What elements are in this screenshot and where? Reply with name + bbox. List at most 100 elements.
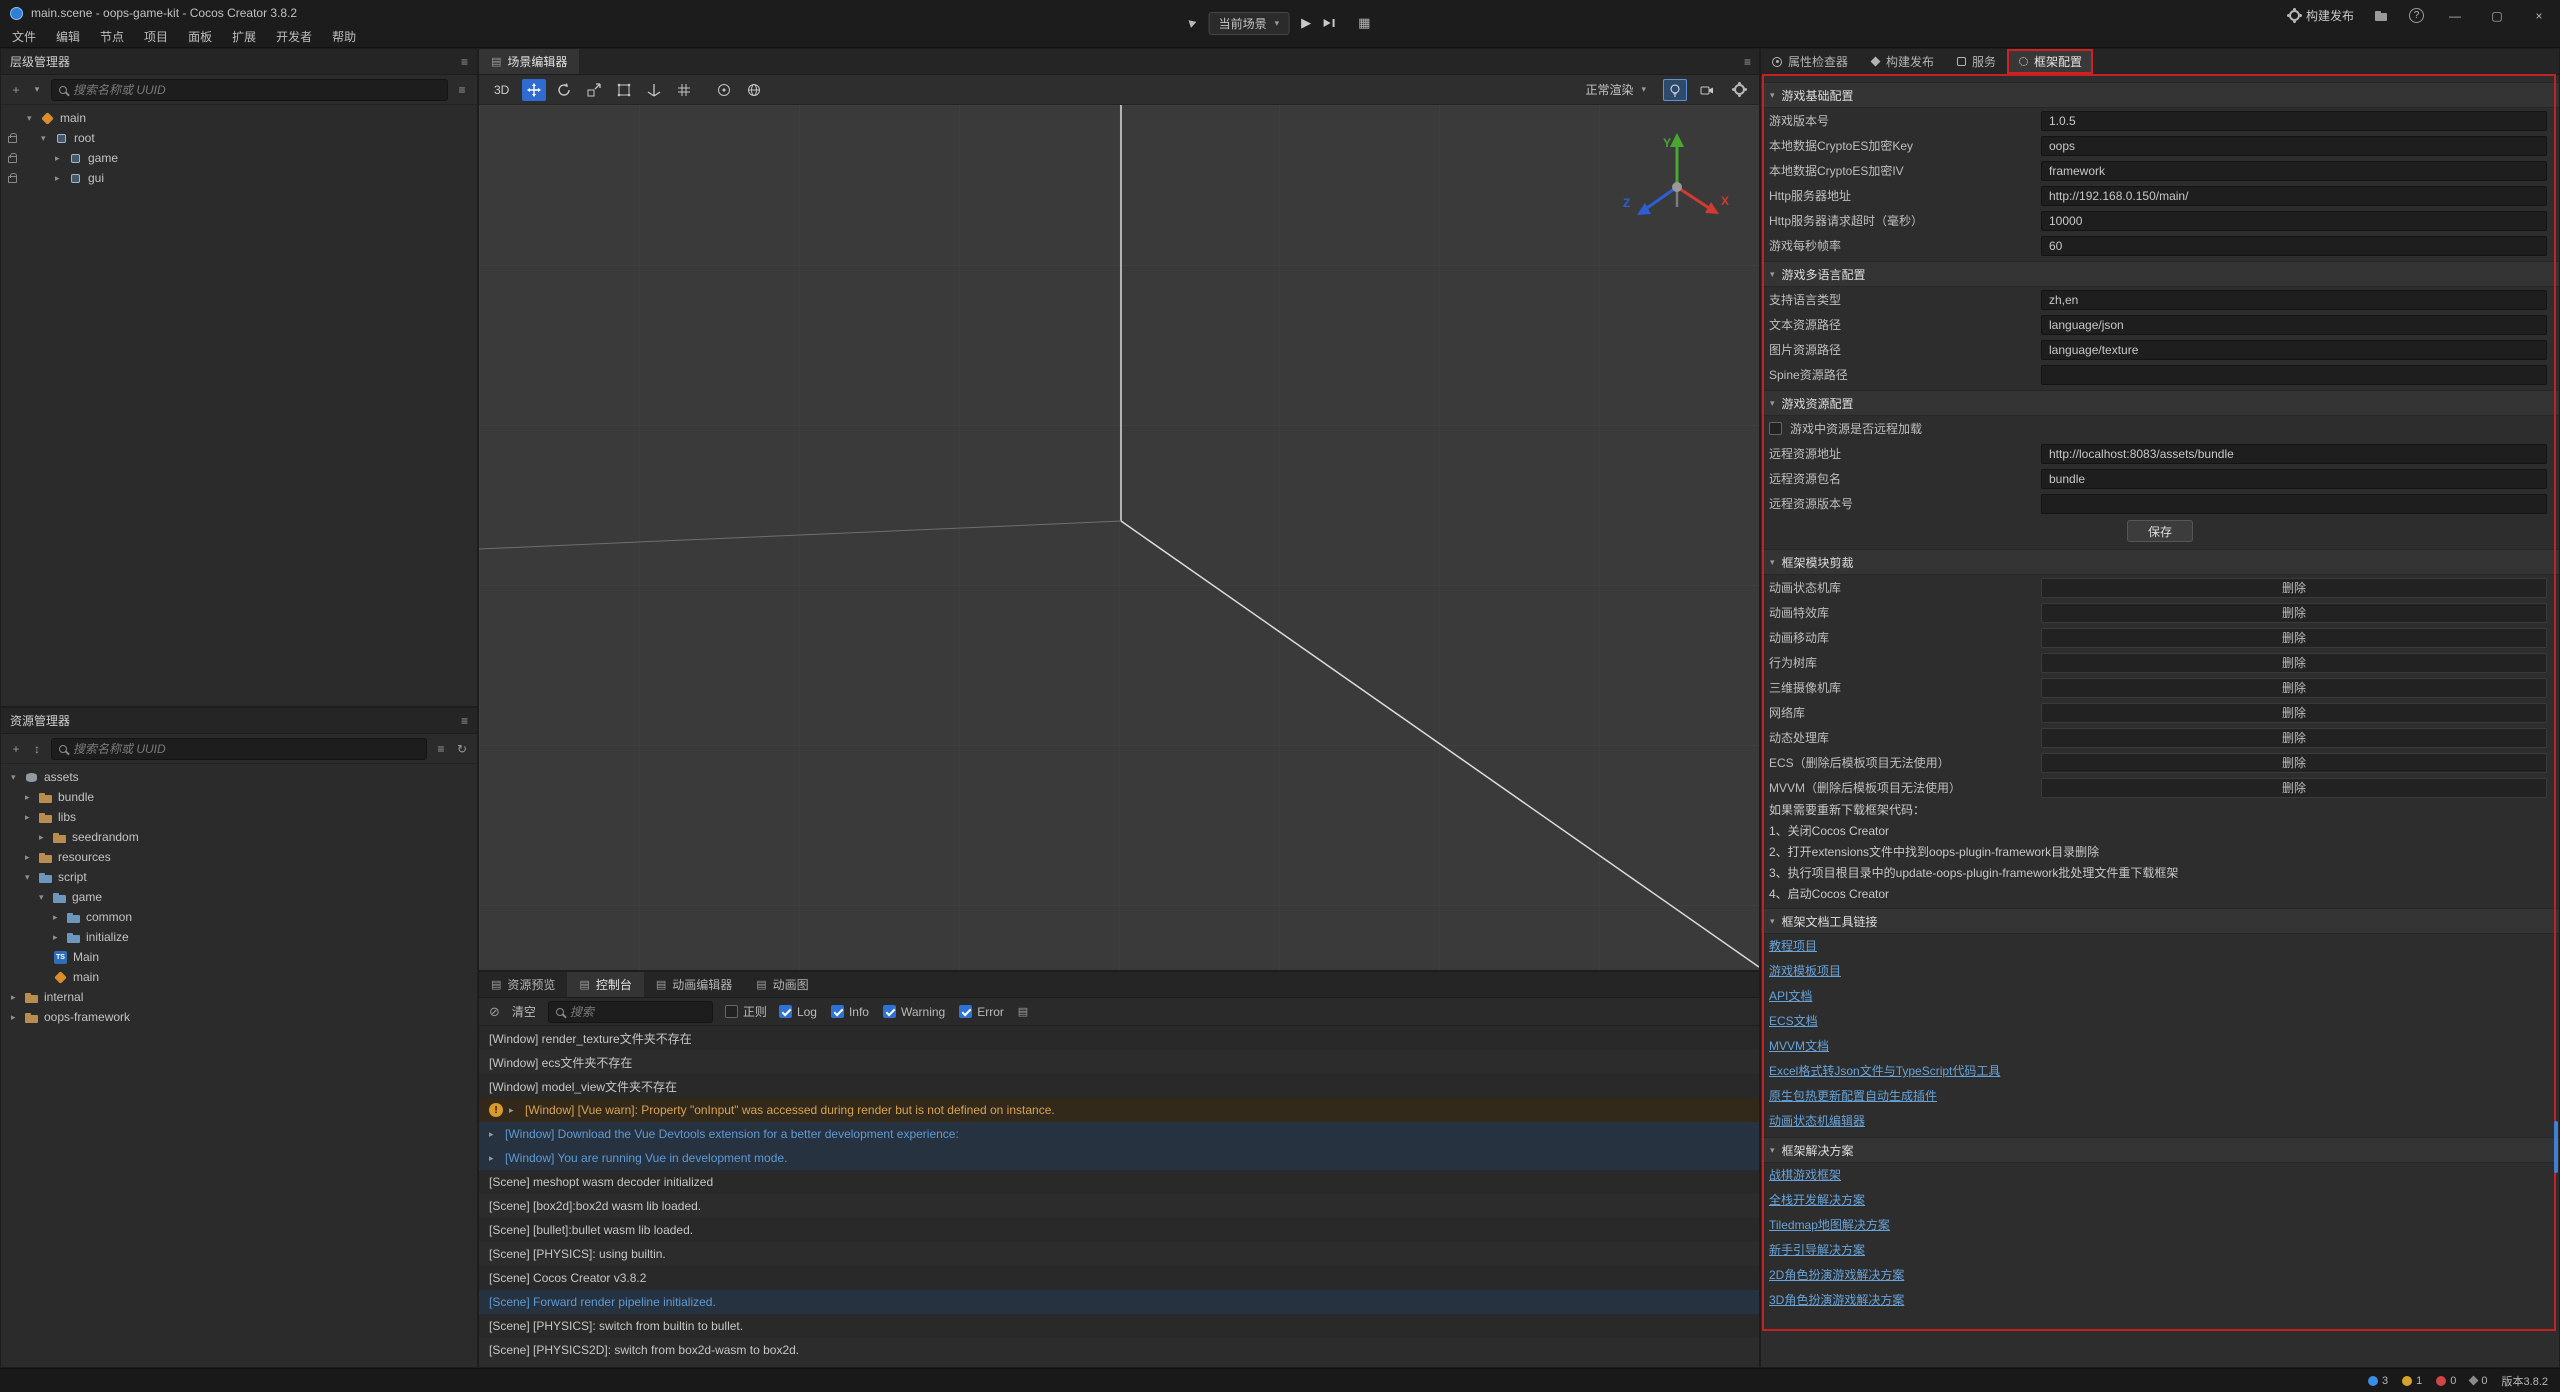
console-tab[interactable]: ▤ 资源预览 [479,972,567,997]
filter-checkbox[interactable] [779,1005,792,1018]
coordinate-toggle-icon[interactable] [742,79,766,101]
pivot-toggle-icon[interactable] [712,79,736,101]
delete-module-button[interactable]: 删除 [2041,628,2547,648]
console-log-row[interactable]: ! ▸ [Window] Download the Vue Devtools e… [479,1122,1759,1146]
expand-caret-icon[interactable]: ▸ [509,1105,525,1116]
step-button[interactable] [1323,17,1336,29]
doc-link[interactable]: 游戏模板项目 [1769,959,1841,984]
tree-caret-icon[interactable]: ▾ [25,872,38,883]
property-input[interactable] [2041,186,2547,206]
console-log-row[interactable]: ! ▸ [Window] You are running Vue in deve… [479,1146,1759,1170]
console-log-row[interactable]: ! [Scene] meshopt wasm decoder initializ… [479,1170,1759,1194]
solution-link[interactable]: 3D角色扮演游戏解决方案 [1769,1288,1904,1313]
section-header-docs[interactable]: ▾ 框架文档工具链接 [1761,908,2559,934]
section-header-solutions[interactable]: ▾ 框架解决方案 [1761,1137,2559,1163]
hierarchy-search-input[interactable] [73,83,440,97]
asset-node-row[interactable]: main [1,967,477,987]
inspector-tab[interactable]: 属性检查器 [1761,49,1859,74]
doc-link[interactable]: 教程项目 [1769,934,1817,959]
regex-checkbox[interactable] [725,1005,738,1018]
filter-checkbox[interactable] [831,1005,844,1018]
viewport-settings-gear-icon[interactable] [1727,79,1751,101]
solution-link[interactable]: Tiledmap地图解决方案 [1769,1213,1890,1238]
property-input[interactable] [2041,136,2547,156]
scale-tool-icon[interactable] [582,79,606,101]
filter-checkbox[interactable] [959,1005,972,1018]
transform-gizmo-icon[interactable] [642,79,666,101]
lock-icon[interactable] [8,136,17,143]
property-input[interactable] [2041,444,2547,464]
solution-link[interactable]: 全栈开发解决方案 [1769,1188,1865,1213]
log-filter[interactable]: Warning [883,1005,945,1019]
delete-module-button[interactable]: 删除 [2041,603,2547,623]
tree-caret-icon[interactable]: ▸ [53,932,66,943]
property-input[interactable] [2041,161,2547,181]
section-header-resource[interactable]: ▾ 游戏资源配置 [1761,390,2559,416]
doc-link[interactable]: MVVM文档 [1769,1034,1829,1059]
rotate-tool-icon[interactable] [552,79,576,101]
scene-editor-tab[interactable]: ▤ 场景编辑器 [479,49,579,74]
rect-tool-icon[interactable] [612,79,636,101]
inspector-tab[interactable]: 服务 [1945,49,2007,74]
asset-node-row[interactable]: ▸ bundle [1,787,477,807]
open-log-file-icon[interactable]: ▤ [1016,1005,1030,1018]
asset-node-row[interactable]: ▸ initialize [1,927,477,947]
delete-module-button[interactable]: 删除 [2041,778,2547,798]
warning-count-chip[interactable]: 1 [2402,1375,2422,1387]
asset-node-row[interactable]: ▸ common [1,907,477,927]
hierarchy-node-row[interactable]: ▾ main [1,108,477,128]
doc-link[interactable]: ECS文档 [1769,1009,1818,1034]
menu-item[interactable]: 编辑 [46,26,90,48]
asset-node-row[interactable]: ▾ script [1,867,477,887]
regex-toggle[interactable]: 正则 [725,1003,767,1020]
expand-caret-icon[interactable]: ▸ [489,1129,505,1140]
section-header-language[interactable]: ▾ 游戏多语言配置 [1761,261,2559,287]
menu-item[interactable]: 面板 [178,26,222,48]
console-log-row[interactable]: ! ▸ [Window] [Vue warn]: Property "onInp… [479,1098,1759,1122]
scene-viewport[interactable]: Y X Z [479,105,1759,970]
preview-device-icon[interactable] [1189,18,1198,28]
console-log-row[interactable]: ! [Scene] [PHYSICS2D]: switch from box2d… [479,1338,1759,1362]
console-log-row[interactable]: ! [Scene] Cocos Creator v3.8.2 [479,1266,1759,1290]
property-input[interactable] [2041,111,2547,131]
property-input[interactable] [2041,290,2547,310]
doc-link[interactable]: Excel格式转Json文件与TypeScript代码工具 [1769,1059,2000,1084]
filter-checkbox[interactable] [883,1005,896,1018]
clear-console-label[interactable]: 清空 [512,1003,536,1020]
menu-item[interactable]: 项目 [134,26,178,48]
tree-caret-icon[interactable]: ▸ [25,812,38,823]
property-input[interactable] [2041,469,2547,489]
scrollbar-thumb[interactable] [2554,1121,2558,1173]
filter-icon[interactable]: ≡ [434,742,448,756]
tree-caret-icon[interactable]: ▸ [53,912,66,923]
panel-menu-icon[interactable]: ≡ [461,55,468,69]
tree-caret-icon[interactable]: ▸ [25,792,38,803]
console-tab[interactable]: ▤ 控制台 [567,972,643,997]
asset-node-row[interactable]: ▾ assets [1,767,477,787]
render-mode-select[interactable]: 正常渲染 ▾ [1576,78,1655,101]
maximize-button[interactable]: ▢ [2486,9,2508,23]
chevron-down-icon[interactable]: ▾ [30,84,44,95]
view-gizmo[interactable]: Y X Z [1615,123,1735,243]
layout-grid-icon[interactable]: ▦ [1358,15,1370,31]
camera-settings-icon[interactable] [1695,79,1719,101]
help-icon[interactable]: ? [2409,8,2424,23]
scene-select[interactable]: 当前场景 ▾ [1209,12,1290,35]
lock-icon[interactable] [8,156,17,163]
console-log-row[interactable]: ! [Scene] [PHYSICS]: switch from builtin… [479,1314,1759,1338]
property-input[interactable] [2041,211,2547,231]
asset-node-row[interactable]: ▸ oops-framework [1,1007,477,1027]
asset-node-row[interactable]: ▸ seedrandom [1,827,477,847]
move-tool-icon[interactable] [522,79,546,101]
error-count-chip[interactable]: 0 [2436,1375,2456,1387]
console-log-row[interactable]: ! [Window] ecs文件夹不存在 [479,1050,1759,1074]
tree-caret-icon[interactable]: ▸ [55,173,68,184]
console-log-row[interactable]: ! [Scene] [bullet]:bullet wasm lib loade… [479,1218,1759,1242]
close-button[interactable]: × [2528,9,2550,23]
delete-module-button[interactable]: 删除 [2041,578,2547,598]
tree-caret-icon[interactable]: ▸ [39,832,52,843]
menu-item[interactable]: 文件 [2,26,46,48]
log-filter[interactable]: Log [779,1005,817,1019]
tree-caret-icon[interactable]: ▾ [39,892,52,903]
light-toggle-icon[interactable] [1663,79,1687,101]
